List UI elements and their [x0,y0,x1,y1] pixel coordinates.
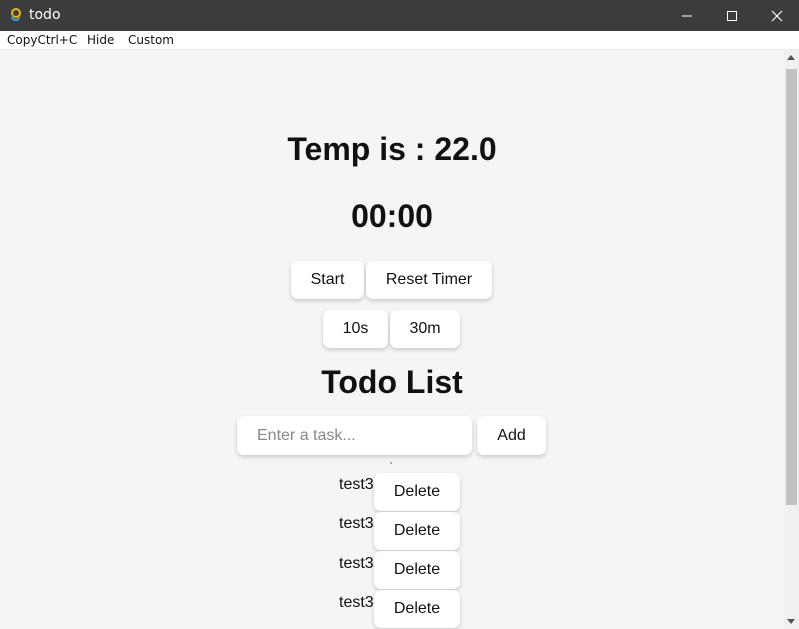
app-logo-icon [9,8,23,22]
task-label: test3 [339,555,374,572]
window-title: todo [29,7,61,23]
reset-timer-button[interactable]: Reset Timer [366,261,492,299]
close-icon [771,10,783,22]
list-item: test3 Delete [0,550,784,590]
scrollbar-thumb[interactable] [786,69,797,505]
add-task-button[interactable]: Add [477,416,546,455]
menu-item-custom[interactable]: Custom [128,33,174,47]
menu-item-hide[interactable]: Hide [87,33,114,47]
preset-10s-button[interactable]: 10s [323,310,388,348]
divider-dot [390,462,392,464]
timer-display: 00:00 [351,198,433,234]
task-label: test3 [339,515,374,532]
delete-task-button[interactable]: Delete [374,473,460,511]
maximize-button[interactable] [709,0,755,31]
vertical-scrollbar[interactable] [784,50,799,629]
delete-task-button[interactable]: Delete [374,590,460,628]
menu-bar: CopyCtrl+C Hide Custom [0,31,799,50]
task-input[interactable] [237,416,472,455]
title-bar[interactable]: todo [0,0,799,31]
todo-list-title: Todo List [321,364,463,400]
task-label: test3 [339,594,374,611]
list-item: test3 Delete [0,511,784,551]
list-item: test3 Delete [0,589,784,629]
menu-item-copy[interactable]: CopyCtrl+C [7,33,77,47]
start-button[interactable]: Start [291,261,364,299]
scroll-down-arrow-icon[interactable] [787,619,795,624]
scroll-up-arrow-icon[interactable] [787,55,795,60]
task-label: test3 [339,476,374,493]
temperature-heading: Temp is : 22.0 [287,131,497,167]
minimize-button[interactable] [664,0,710,31]
delete-task-button[interactable]: Delete [374,551,460,589]
minimize-icon [681,10,693,22]
close-button[interactable] [754,0,799,31]
preset-30m-button[interactable]: 30m [390,310,460,348]
list-item: test3 Delete [0,472,784,512]
main-content: Temp is : 22.0 00:00 Start Reset Timer 1… [0,50,784,629]
maximize-icon [726,10,738,22]
delete-task-button[interactable]: Delete [374,512,460,550]
